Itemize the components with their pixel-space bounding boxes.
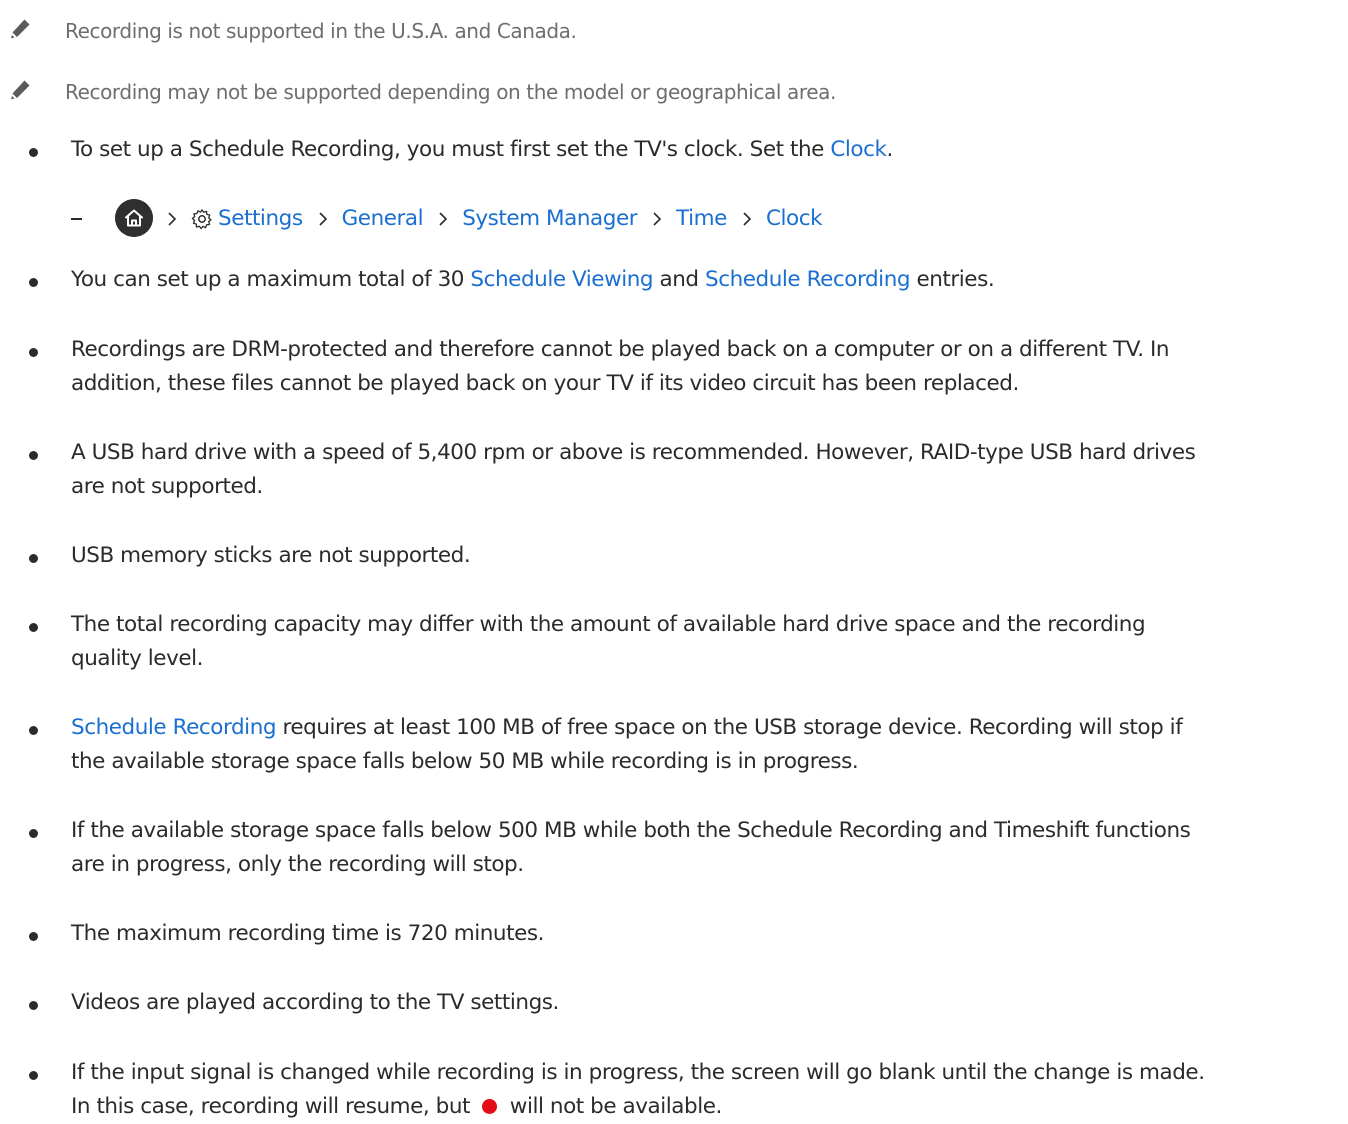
breadcrumb: Settings General System Manager Time Clo…: [166, 203, 823, 235]
schedule-recording-link[interactable]: Schedule Recording: [71, 715, 277, 740]
note-text: Recording is not supported in the U.S.A.…: [65, 19, 577, 43]
bullet-dot: [29, 623, 38, 632]
bullet-dot: [29, 451, 38, 460]
schedule-recording-link[interactable]: Schedule Recording: [705, 267, 911, 292]
schedule-viewing-link[interactable]: Schedule Viewing: [470, 267, 653, 292]
system-manager-link[interactable]: System Manager: [462, 203, 637, 235]
general-link[interactable]: General: [342, 203, 424, 235]
bullet-dot: [29, 829, 38, 838]
chevron-right-icon: [653, 212, 662, 226]
bullet-dot: [29, 726, 38, 735]
chevron-right-icon: [439, 212, 448, 226]
bullet-dot: [29, 932, 38, 941]
bullet-dot: [29, 554, 38, 563]
bullet-dot: [29, 278, 38, 287]
chevron-right-icon: [319, 212, 327, 226]
clock-link[interactable]: Clock: [830, 137, 887, 162]
bullet-dot: [29, 148, 38, 157]
gear-icon: [191, 209, 212, 230]
clock-link[interactable]: Clock: [766, 203, 823, 235]
chevron-right-icon: [743, 212, 752, 226]
note-2: Recording may not be supported depending…: [0, 75, 1328, 111]
pencil-icon: [11, 80, 30, 100]
note-1: Recording is not supported in the U.S.A.…: [0, 14, 1328, 50]
chevron-right-icon: [168, 212, 177, 226]
time-link[interactable]: Time: [676, 203, 727, 235]
home-icon: [115, 199, 153, 237]
dash-marker: [71, 205, 83, 220]
pencil-icon: [11, 19, 30, 39]
bullet-dot: [29, 348, 38, 357]
note-text: Recording may not be supported depending…: [65, 80, 836, 104]
bullet-dot: [29, 1001, 38, 1010]
bullet-dot: [29, 1071, 38, 1080]
record-dot-icon: [482, 1099, 498, 1114]
settings-link[interactable]: Settings: [218, 203, 303, 235]
